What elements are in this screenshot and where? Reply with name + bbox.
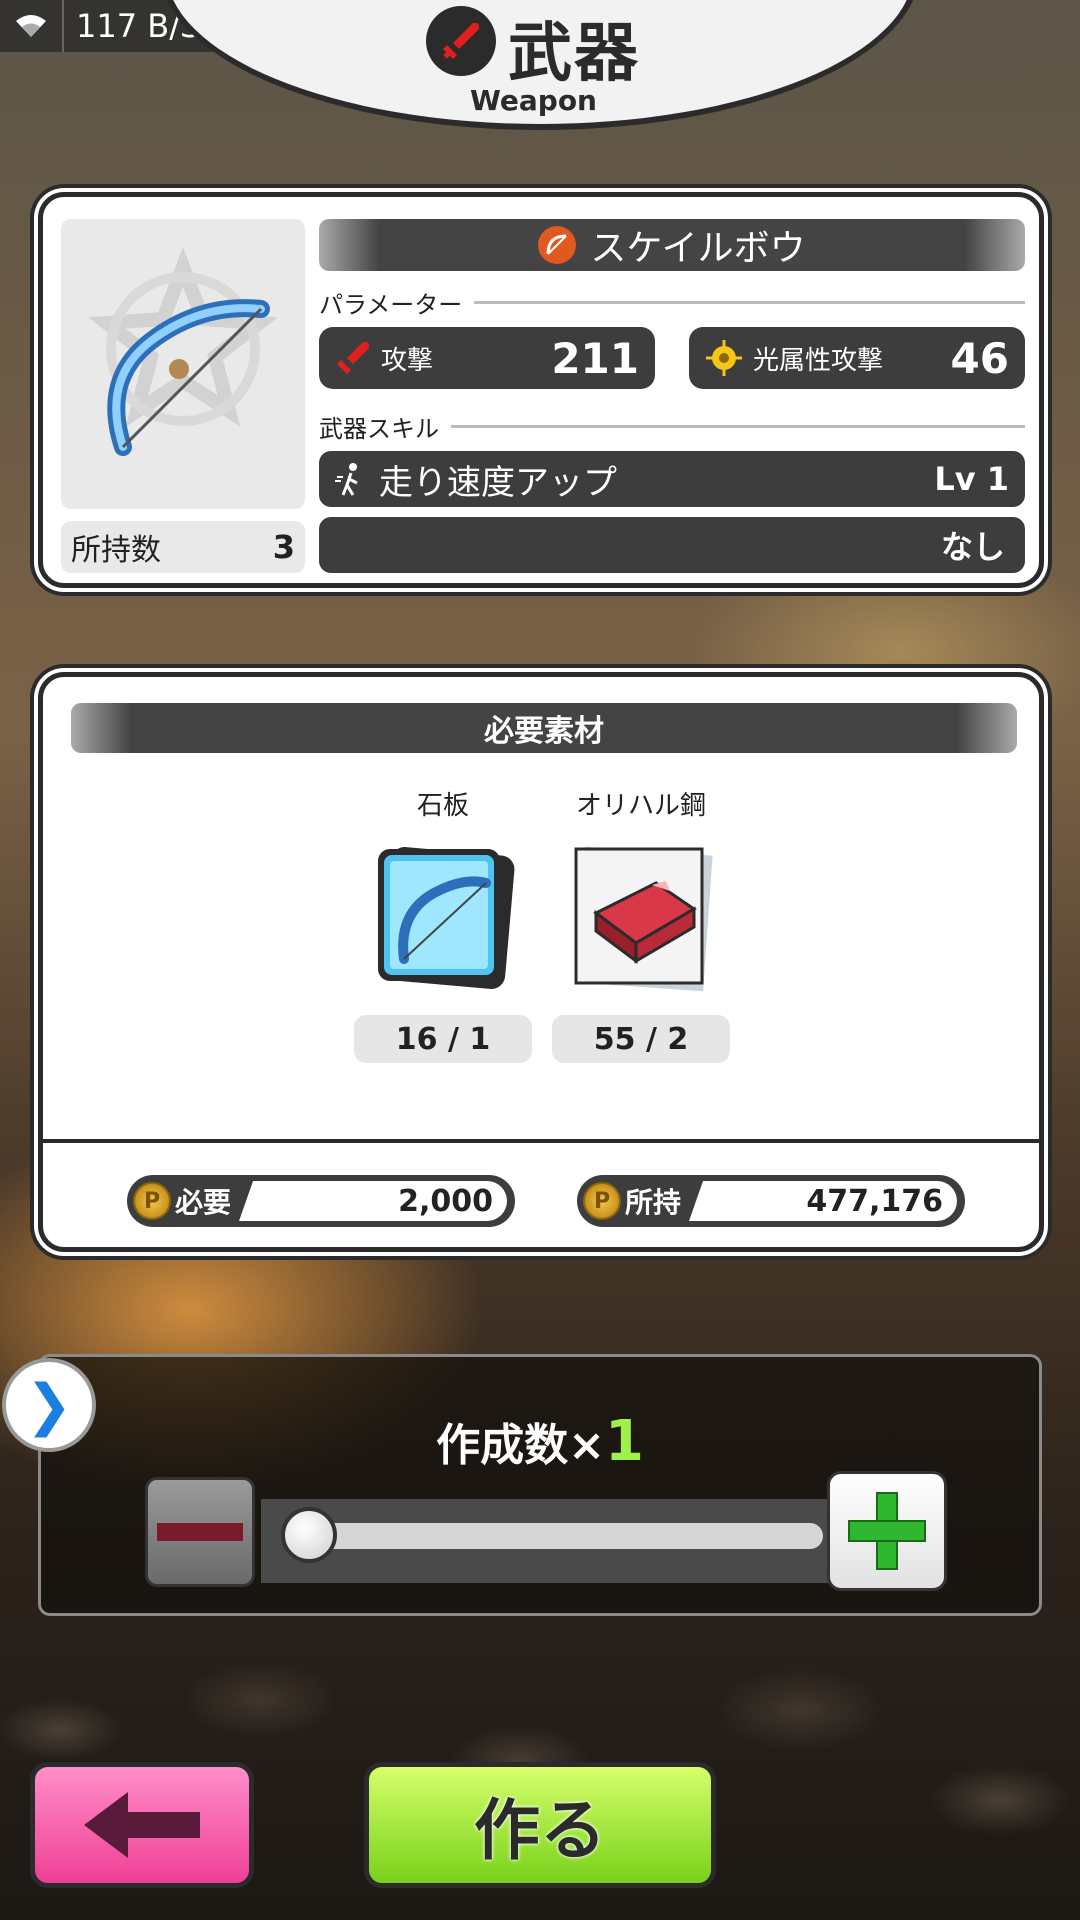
weapon-info-panel: 所持数 3 スケイルボウ パラメーター 攻撃 211 光属性攻撃 46 武器スキ… bbox=[38, 192, 1044, 588]
material-item[interactable]: オリハル鋼 55 / 2 bbox=[551, 785, 731, 1063]
bow-icon bbox=[88, 247, 278, 456]
cost-label: 必要 bbox=[175, 1186, 232, 1219]
material-count: 16 / 1 bbox=[354, 1015, 532, 1063]
light-attack-value: 46 bbox=[950, 333, 1009, 383]
weapon-name-bar: スケイルボウ bbox=[319, 219, 1025, 271]
quantity-value: 1 bbox=[604, 1409, 644, 1474]
coin-icon: P bbox=[583, 1182, 621, 1220]
weapon-name: スケイルボウ bbox=[590, 228, 806, 269]
make-button[interactable]: 作る bbox=[364, 1762, 716, 1888]
stone-tablet-icon bbox=[368, 843, 518, 993]
header: 武器 Weapon bbox=[0, 0, 1080, 140]
cost-required: P 必要 2,000 bbox=[127, 1175, 515, 1227]
sword-icon bbox=[426, 6, 496, 76]
required-materials-panel: 必要素材 石板 16 / 1 オリハル鋼 55 / 2 P 必要 2,000 P… bbox=[38, 672, 1044, 1252]
held-value: 477,176 bbox=[689, 1181, 957, 1221]
skill-row-2: なし bbox=[319, 517, 1025, 573]
skills-section-label: 武器スキル bbox=[319, 409, 1025, 444]
light-element-icon bbox=[706, 340, 742, 376]
divider bbox=[43, 1139, 1039, 1143]
arrow-left-icon bbox=[84, 1792, 200, 1858]
owned-value: 3 bbox=[272, 528, 295, 566]
back-button[interactable] bbox=[30, 1762, 254, 1888]
minus-icon bbox=[157, 1523, 243, 1541]
params-section-label: パラメーター bbox=[319, 285, 1025, 320]
coins-held: P 所持 477,176 bbox=[577, 1175, 965, 1227]
page-subtitle: Weapon bbox=[470, 84, 597, 117]
skill-1-label: 走り速度アップ bbox=[379, 462, 617, 503]
skill-1-level: Lv 1 bbox=[934, 460, 1009, 498]
light-attack-stat: 光属性攻撃 46 bbox=[689, 327, 1025, 389]
skill-row-1: 走り速度アップ Lv 1 bbox=[319, 451, 1025, 507]
skill-2-label: なし bbox=[940, 528, 1005, 566]
expand-button[interactable]: ❯ bbox=[2, 1358, 96, 1452]
attack-stat: 攻撃 211 bbox=[319, 327, 655, 389]
material-name: オリハル鋼 bbox=[575, 791, 706, 821]
bow-type-icon bbox=[538, 226, 577, 264]
running-icon bbox=[335, 463, 358, 496]
decrease-button[interactable] bbox=[145, 1477, 255, 1587]
chevron-right-icon: ❯ bbox=[25, 1372, 73, 1438]
attack-value: 211 bbox=[551, 333, 639, 383]
cost-value: 2,000 bbox=[239, 1181, 507, 1221]
coin-icon: P bbox=[133, 1182, 171, 1220]
owned-count: 所持数 3 bbox=[61, 521, 305, 573]
page-title: 武器 bbox=[508, 17, 640, 91]
owned-label: 所持数 bbox=[71, 533, 161, 568]
material-name: 石板 bbox=[416, 791, 469, 821]
quantity-title: 作成数×1 bbox=[41, 1409, 1039, 1474]
slider-handle[interactable] bbox=[281, 1507, 337, 1563]
material-count: 55 / 2 bbox=[552, 1015, 730, 1063]
material-item[interactable]: 石板 16 / 1 bbox=[353, 785, 533, 1063]
quantity-panel: 作成数×1 bbox=[38, 1354, 1042, 1616]
materials-title: 必要素材 bbox=[71, 703, 1017, 753]
weapon-thumbnail bbox=[61, 219, 305, 509]
increase-button[interactable] bbox=[827, 1471, 947, 1591]
quantity-slider[interactable] bbox=[293, 1523, 823, 1549]
orichalcum-ingot-icon bbox=[566, 843, 716, 993]
attack-icon bbox=[337, 342, 369, 374]
plus-icon bbox=[848, 1492, 926, 1570]
held-label: 所持 bbox=[625, 1186, 682, 1219]
quantity-label: 作成数× bbox=[436, 1420, 605, 1471]
